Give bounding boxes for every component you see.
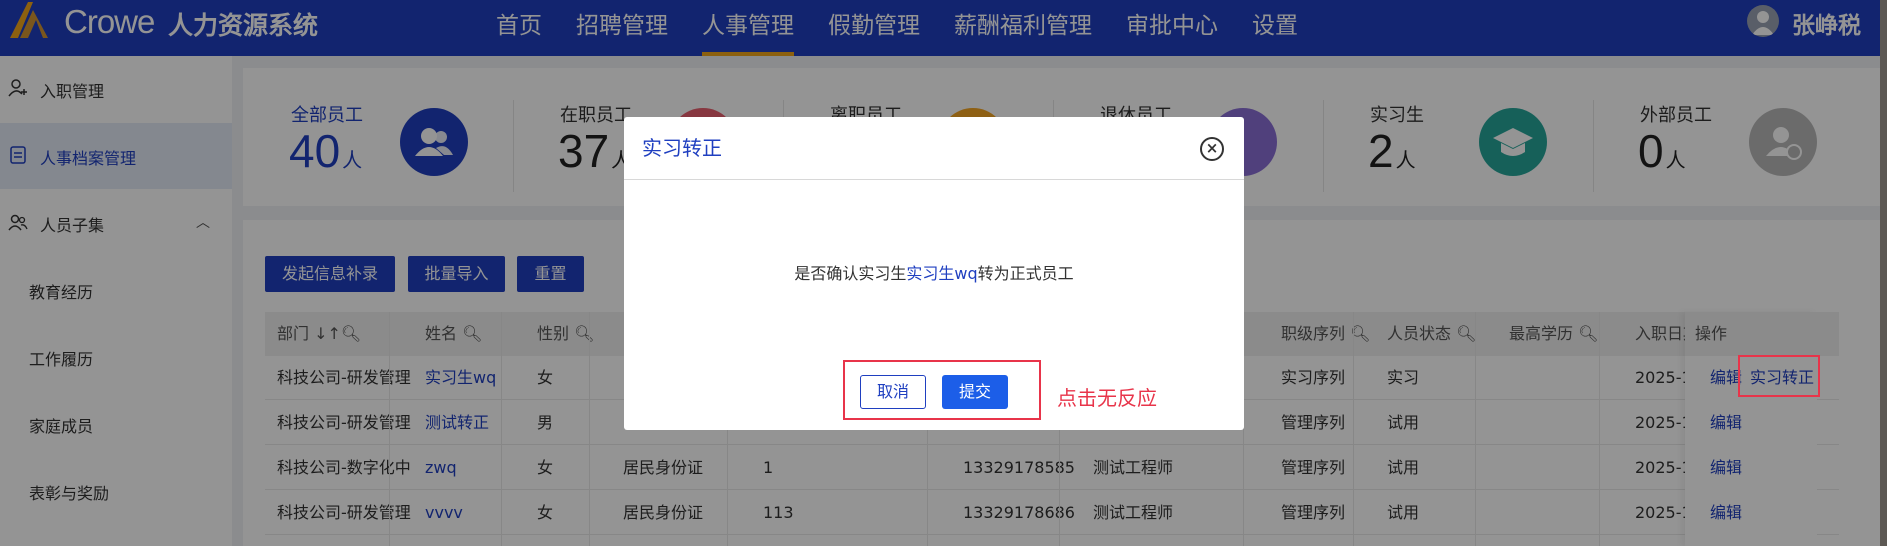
- annotation-highlight-box: [843, 360, 1041, 420]
- divider: [624, 179, 1244, 180]
- close-icon[interactable]: ×: [1200, 137, 1224, 161]
- intern-name-highlight: 实习生wq: [906, 264, 978, 283]
- dialog-message: 是否确认实习生实习生wq转为正式员工: [794, 264, 1074, 283]
- annotation-text: 点击无反应: [1057, 386, 1157, 410]
- dialog-title: 实习转正: [642, 136, 722, 160]
- annotation-highlight-box: [1738, 355, 1820, 397]
